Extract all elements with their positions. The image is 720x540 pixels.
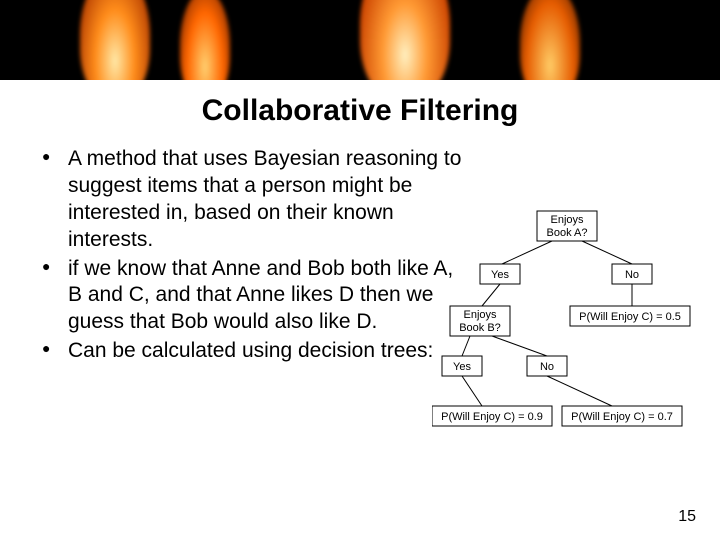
bullet-item: if we know that Anne and Bob both like A… <box>40 256 470 337</box>
bullet-list: A method that uses Bayesian reasoning to… <box>40 146 470 365</box>
node-yes-a: Yes <box>491 269 509 281</box>
node-root-a-line2: Book A? <box>547 227 588 239</box>
leaf-p05: P(Will Enjoy C) = 0.5 <box>579 311 681 323</box>
flame-shape <box>520 0 580 80</box>
slide-title: Collaborative Filtering <box>0 94 720 128</box>
page-number: 15 <box>678 508 696 526</box>
node-root-b-line1: Enjoys <box>463 309 497 321</box>
node-no-b: No <box>540 361 554 373</box>
leaf-p09: P(Will Enjoy C) = 0.9 <box>441 411 543 423</box>
bullet-item: A method that uses Bayesian reasoning to… <box>40 146 470 254</box>
flame-shape <box>80 0 150 80</box>
decision-tree-diagram: Enjoys Book A? Yes No Enjoys Book B? P(W… <box>432 206 692 466</box>
banner-graphic <box>0 0 720 80</box>
body-area: A method that uses Bayesian reasoning to… <box>0 146 720 365</box>
node-yes-b: Yes <box>453 361 471 373</box>
node-root-b-line2: Book B? <box>459 322 501 334</box>
leaf-p07: P(Will Enjoy C) = 0.7 <box>571 411 673 423</box>
node-root-a-line1: Enjoys <box>550 214 584 226</box>
bullet-item: Can be calculated using decision trees: <box>40 338 470 365</box>
flame-shape <box>180 0 230 80</box>
flame-shape <box>360 0 450 80</box>
node-no-a: No <box>625 269 639 281</box>
